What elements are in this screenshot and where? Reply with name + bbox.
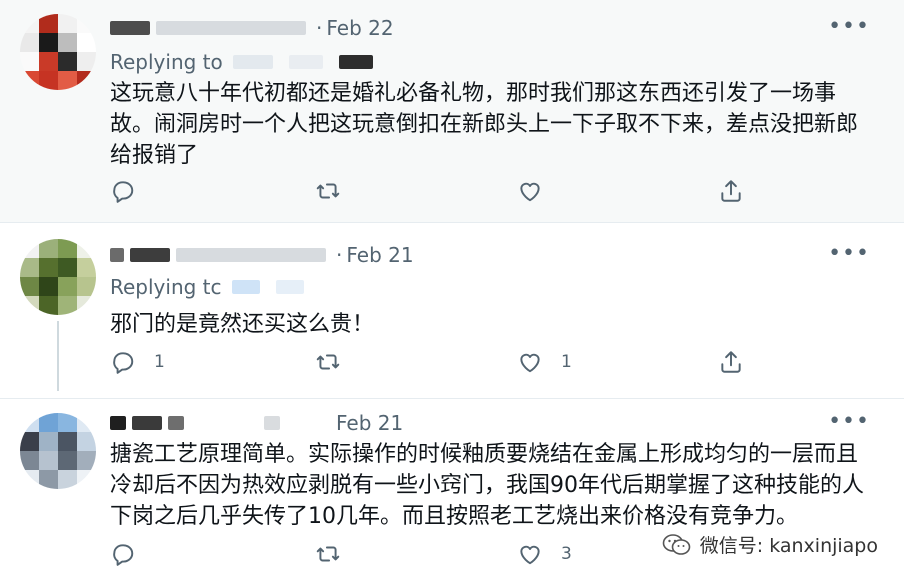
redacted-handle (264, 416, 280, 430)
avatar[interactable] (20, 239, 96, 315)
reply-button[interactable] (110, 178, 154, 204)
watermark-text: 微信号: kanxinjiapo (699, 535, 878, 557)
reply-icon (113, 181, 134, 203)
avatar[interactable] (20, 14, 96, 90)
redacted-name (130, 248, 170, 262)
share-icon (721, 351, 741, 373)
retweet-button[interactable] (315, 178, 359, 204)
like-button[interactable]: 1 (517, 349, 572, 375)
retweet-icon (316, 183, 340, 199)
redacted-handle (176, 248, 326, 262)
redacted-name (110, 248, 124, 262)
like-button[interactable] (517, 178, 561, 204)
redacted-name (132, 416, 162, 430)
avatar[interactable] (20, 413, 96, 489)
reply-icon (113, 544, 134, 566)
replying-label: Replying to (110, 50, 223, 74)
tweet-2[interactable]: · Feb 21 ••• Replying tc 邪门的是竟然还买这么贵！ 1 … (0, 222, 904, 399)
like-count: 1 (561, 352, 572, 372)
more-icon[interactable]: ••• (828, 241, 870, 266)
retweet-button[interactable] (315, 541, 359, 567)
redacted-name (110, 416, 126, 430)
redacted-mention[interactable] (275, 280, 304, 294)
redacted-mention[interactable] (338, 55, 373, 69)
like-count: 3 (561, 544, 572, 564)
reply-count: 1 (154, 352, 165, 372)
like-icon (520, 182, 540, 202)
redacted-mention[interactable] (231, 280, 260, 294)
reply-button[interactable]: 1 (110, 349, 165, 375)
tweet-date[interactable]: Feb 21 (346, 243, 413, 267)
replying-to: Replying to (110, 50, 379, 74)
replying-label: Replying tc (110, 275, 222, 299)
reply-icon (113, 352, 134, 374)
share-button[interactable] (718, 349, 744, 375)
dot-separator: · (316, 16, 323, 40)
dot-separator: · (336, 243, 343, 267)
share-button[interactable] (718, 178, 744, 204)
share-icon (721, 180, 741, 202)
retweet-icon (316, 354, 340, 370)
retweet-button[interactable] (315, 349, 359, 375)
watermark: 微信号: kanxinjiapo (662, 531, 878, 558)
tweet-actions (110, 178, 750, 208)
tweet-1[interactable]: · Feb 22 ••• Replying to 这玩意八十年代初都还是婚礼必备… (0, 0, 904, 222)
more-icon[interactable]: ••• (828, 14, 870, 39)
tweet-text: 搪瓷工艺原理简单。实际操作的时候釉质要烧结在金属上形成均匀的一层而且冷却后不因为… (110, 442, 864, 529)
reply-button[interactable] (110, 541, 154, 567)
redacted-name (110, 21, 150, 35)
redacted-mention[interactable] (288, 55, 323, 69)
tweet-text: 这玩意八十年代初都还是婚礼必备礼物，那时我们那这东西还引发了一场事故。闹洞房时一… (110, 81, 859, 168)
wechat-logo-icon (662, 533, 691, 555)
replying-to: Replying tc (110, 275, 310, 299)
tweet-date[interactable]: Feb 22 (326, 16, 393, 40)
more-icon[interactable]: ••• (828, 409, 870, 434)
like-icon (520, 545, 540, 565)
tweet-header: Feb 21 (110, 409, 403, 437)
like-button[interactable]: 3 (517, 541, 572, 567)
tweet-text: 邪门的是竟然还买这么贵！ (110, 312, 375, 337)
redacted-handle (156, 21, 306, 35)
tweet-actions: 3 (110, 541, 750, 571)
tweet-header: · Feb 22 (110, 14, 394, 42)
tweet-actions: 1 1 (110, 349, 750, 379)
thread-line (57, 321, 59, 391)
redacted-mention[interactable] (232, 55, 273, 69)
tweet-header: · Feb 21 (110, 241, 414, 269)
retweet-icon (316, 546, 340, 562)
like-icon (520, 353, 540, 373)
tweet-date[interactable]: Feb 21 (336, 411, 403, 435)
redacted-handle (168, 416, 184, 430)
